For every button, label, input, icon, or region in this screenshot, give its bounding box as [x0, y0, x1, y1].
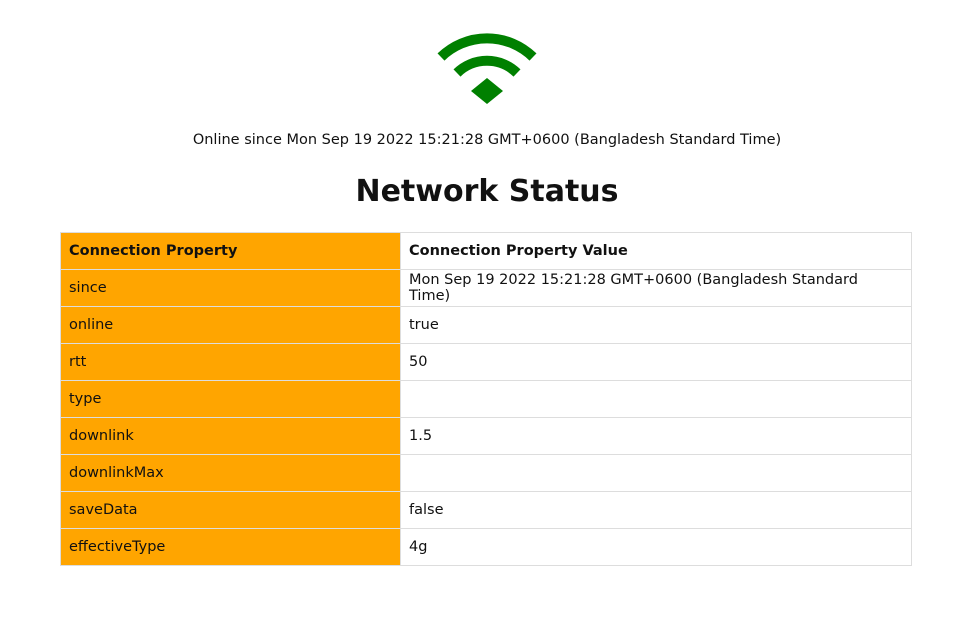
wifi-status — [0, 33, 974, 105]
header-value: Connection Property Value — [400, 232, 912, 270]
table-row: saveData false — [60, 491, 912, 529]
table-row: online true — [60, 306, 912, 344]
table-header-row: Connection Property Connection Property … — [60, 232, 912, 270]
header-property: Connection Property — [60, 232, 401, 270]
page-title: Network Status — [355, 174, 619, 209]
property-cell: online — [60, 306, 401, 344]
value-cell — [400, 454, 912, 492]
property-cell: since — [60, 269, 401, 307]
property-cell: type — [60, 380, 401, 418]
table-row: downlink 1.5 — [60, 417, 912, 455]
wifi-arc-outer — [437, 33, 537, 61]
value-cell: 4g — [400, 528, 912, 566]
table-row: rtt 50 — [60, 343, 912, 381]
table-row: downlinkMax — [60, 454, 912, 492]
table-row: type — [60, 380, 912, 418]
value-cell: true — [400, 306, 912, 344]
value-cell: false — [400, 491, 912, 529]
value-cell — [400, 380, 912, 418]
property-cell: effectiveType — [60, 528, 401, 566]
table-row: since Mon Sep 19 2022 15:21:28 GMT+0600 … — [60, 269, 912, 307]
wifi-icon — [437, 33, 537, 104]
wifi-dot — [471, 78, 503, 104]
value-cell: 50 — [400, 343, 912, 381]
property-cell: downlink — [60, 417, 401, 455]
wifi-arc-middle — [453, 55, 521, 77]
property-cell: downlinkMax — [60, 454, 401, 492]
property-cell: saveData — [60, 491, 401, 529]
table-row: effectiveType 4g — [60, 528, 912, 566]
value-cell: 1.5 — [400, 417, 912, 455]
network-status-table: Connection Property Connection Property … — [60, 232, 912, 566]
property-cell: rtt — [60, 343, 401, 381]
value-cell: Mon Sep 19 2022 15:21:28 GMT+0600 (Bangl… — [400, 269, 912, 307]
online-since-text: Online since Mon Sep 19 2022 15:21:28 GM… — [192, 132, 782, 148]
